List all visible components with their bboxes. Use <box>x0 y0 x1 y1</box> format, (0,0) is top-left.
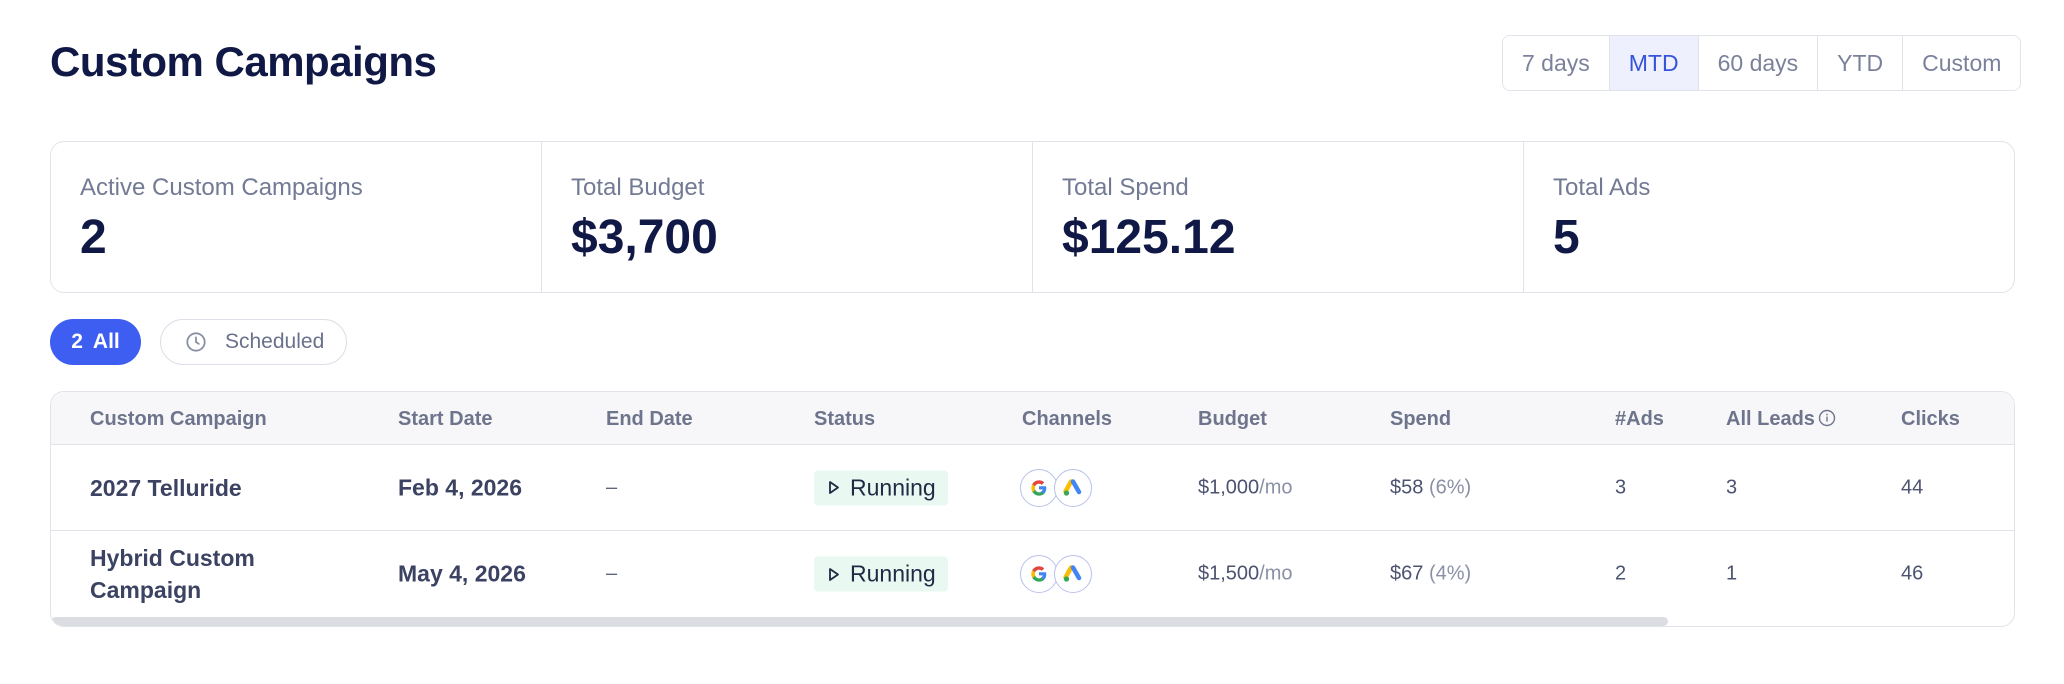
filter-all-count: 2 <box>71 330 83 353</box>
stat-value: $3,700 <box>571 211 718 264</box>
budget-unit: /mo <box>1259 476 1293 498</box>
google-icon <box>1020 555 1058 593</box>
stat-value: 2 <box>80 211 107 264</box>
google-ads-icon <box>1054 555 1092 593</box>
spend-amount: $58 <box>1390 476 1424 498</box>
column-header-ads[interactable]: #Ads <box>1615 408 1664 431</box>
spend-value: $67 (4%) <box>1390 563 1471 586</box>
budget-unit: /mo <box>1259 562 1293 585</box>
campaigns-table: Custom Campaign Start Date End Date Stat… <box>50 391 2015 627</box>
column-header-clicks[interactable]: Clicks <box>1901 408 1960 431</box>
horizontal-scrollbar[interactable] <box>51 617 1668 626</box>
table-header: Custom Campaign Start Date End Date Stat… <box>51 392 2014 445</box>
column-header-end-date[interactable]: End Date <box>606 408 693 431</box>
column-header-leads[interactable]: All Leads <box>1726 408 1836 431</box>
ads-count: 3 <box>1615 476 1627 498</box>
budget-amount: $1,500 <box>1198 562 1260 585</box>
play-icon <box>829 567 839 581</box>
spend-percent: (4%) <box>1428 562 1472 585</box>
ads-count: 2 <box>1615 562 1627 585</box>
clock-icon <box>186 332 206 352</box>
clicks-count: 44 <box>1901 476 1924 498</box>
channels-list <box>1020 555 1092 593</box>
range-60-days-button[interactable]: 60 days <box>1698 36 1819 90</box>
spend-value: $58 (6%) <box>1390 476 1471 499</box>
range-mtd-button[interactable]: MTD <box>1609 36 1699 90</box>
status-badge: Running <box>814 470 948 505</box>
google-ads-icon <box>1054 468 1092 507</box>
filter-scheduled-label: Scheduled <box>225 330 325 353</box>
campaign-name-link[interactable]: 2027 Telluride <box>90 472 310 504</box>
leads-count: 1 <box>1726 562 1738 585</box>
spend-percent: (6%) <box>1428 476 1472 498</box>
stat-label: Total Ads <box>1553 174 1651 201</box>
column-header-campaign[interactable]: Custom Campaign <box>90 408 267 431</box>
stat-label: Total Spend <box>1062 174 1189 201</box>
page-title: Custom Campaigns <box>50 38 437 85</box>
range-custom-button[interactable]: Custom <box>1903 36 2021 90</box>
channels-list <box>1020 468 1092 507</box>
filter-scheduled-button[interactable]: Scheduled <box>160 319 347 365</box>
info-icon[interactable] <box>1818 409 1836 427</box>
filter-all-button[interactable]: 2 All <box>50 319 141 365</box>
stat-total-ads: Total Ads 5 <box>1524 142 2014 292</box>
filter-all-label: All <box>92 330 120 353</box>
range-ytd-button[interactable]: YTD <box>1818 36 1904 90</box>
date-range-selector: 7 days MTD 60 days YTD Custom <box>1502 35 2022 91</box>
table-row[interactable]: 2027 Telluride Feb 4, 2026 – Running $1,… <box>51 445 2014 531</box>
google-icon <box>1020 468 1058 507</box>
budget-amount: $1,000 <box>1198 476 1260 498</box>
status-badge: Running <box>814 556 948 592</box>
clicks-count: 46 <box>1901 562 1924 585</box>
spend-amount: $67 <box>1390 562 1424 585</box>
start-date: May 4, 2026 <box>398 560 526 587</box>
status-label: Running <box>850 474 936 500</box>
stat-label: Active Custom Campaigns <box>80 174 363 201</box>
end-date: – <box>606 476 618 498</box>
column-header-start-date[interactable]: Start Date <box>398 408 492 431</box>
column-header-spend[interactable]: Spend <box>1390 408 1451 431</box>
start-date: Feb 4, 2026 <box>398 474 523 500</box>
end-date: – <box>606 562 618 585</box>
column-header-leads-label: All Leads <box>1726 408 1815 430</box>
campaign-name-link[interactable]: Hybrid Custom Campaign <box>90 542 310 606</box>
stat-total-budget: Total Budget $3,700 <box>542 142 1033 292</box>
column-header-channels[interactable]: Channels <box>1022 408 1112 431</box>
play-icon <box>829 481 839 494</box>
leads-count: 3 <box>1726 476 1738 498</box>
stat-value: 5 <box>1553 211 1580 264</box>
status-label: Running <box>850 560 936 587</box>
column-header-status[interactable]: Status <box>814 408 875 431</box>
budget-value: $1,000/mo <box>1198 476 1293 499</box>
stat-label: Total Budget <box>571 174 705 201</box>
stat-value: $125.12 <box>1062 211 1236 264</box>
stats-panel: Active Custom Campaigns 2 Total Budget $… <box>50 141 2015 293</box>
column-header-budget[interactable]: Budget <box>1198 408 1267 431</box>
table-row[interactable]: Hybrid Custom Campaign May 4, 2026 – Run… <box>51 531 2014 617</box>
range-7-days-button[interactable]: 7 days <box>1503 36 1610 90</box>
stat-total-spend: Total Spend $125.12 <box>1033 142 1524 292</box>
budget-value: $1,500/mo <box>1198 563 1293 586</box>
stat-active-campaigns: Active Custom Campaigns 2 <box>51 142 542 292</box>
